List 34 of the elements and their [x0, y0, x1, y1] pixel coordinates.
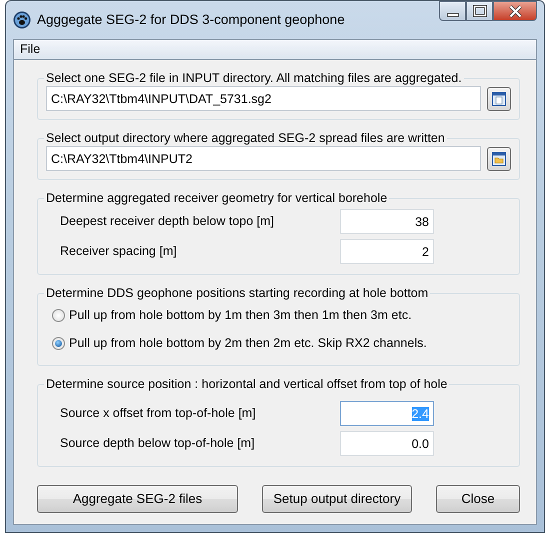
radio-label: Pull up from hole bottom by 1m then 3m then 1m then 3m etc.	[69, 306, 412, 324]
radio-button[interactable]	[52, 336, 65, 350]
close-icon	[508, 4, 522, 18]
minimize-icon	[446, 12, 458, 16]
minimize-button[interactable]	[439, 1, 466, 21]
maximize-icon	[472, 5, 486, 17]
browse-button[interactable]	[487, 146, 511, 170]
file-browse-icon	[492, 92, 506, 106]
radio-button[interactable]	[52, 308, 65, 322]
menu-item[interactable]: File	[20, 40, 40, 59]
path-field[interactable]: C:\RAY32\Ttbm4\INPUT\DAT_5731.sg2	[46, 86, 481, 111]
paw-icon	[13, 11, 31, 29]
group-title: Select one SEG-2 file in INPUT directory. All matching files are aggregated.	[45, 70, 463, 86]
group-title: Determine DDS geophone positions starting recording at hole bottom	[45, 285, 430, 301]
maximize-button[interactable]	[466, 1, 493, 21]
dialog-button[interactable]: Setup output directory	[262, 485, 412, 513]
group-title: Select output directory where aggregated SEG-2 spread files are written	[45, 130, 446, 146]
field-label: Receiver spacing [m]	[60, 242, 178, 260]
folder-browse-icon	[492, 152, 506, 166]
browse-button[interactable]	[487, 86, 511, 110]
field-label: Source x offset from top-of-hole [m]	[60, 404, 257, 422]
window-title: Agggegate SEG-2 for DDS 3-component geophone	[37, 10, 345, 29]
radio-label: Pull up from hole bottom by 2m then 2m etc. Skip RX2 channels.	[69, 334, 427, 352]
path-field[interactable]: C:\RAY32\Ttbm4\INPUT2	[46, 146, 481, 171]
group-title: Determine source position : horizontal and vertical offset from top of hole	[45, 376, 448, 392]
number-field[interactable]: 38	[340, 208, 434, 234]
close-button[interactable]	[493, 1, 537, 21]
dialog-button[interactable]: Close	[436, 485, 520, 513]
number-field[interactable]: 2	[340, 238, 434, 264]
field-label: Deepest receiver depth below topo [m]	[60, 212, 276, 230]
number-field[interactable]: 0.0	[340, 430, 434, 456]
field-label: Source depth below top-of-hole [m]	[60, 434, 256, 452]
dialog-button[interactable]: Aggregate SEG-2 files	[37, 485, 238, 513]
group-title: Determine aggregated receiver geometry for vertical borehole	[45, 190, 388, 206]
